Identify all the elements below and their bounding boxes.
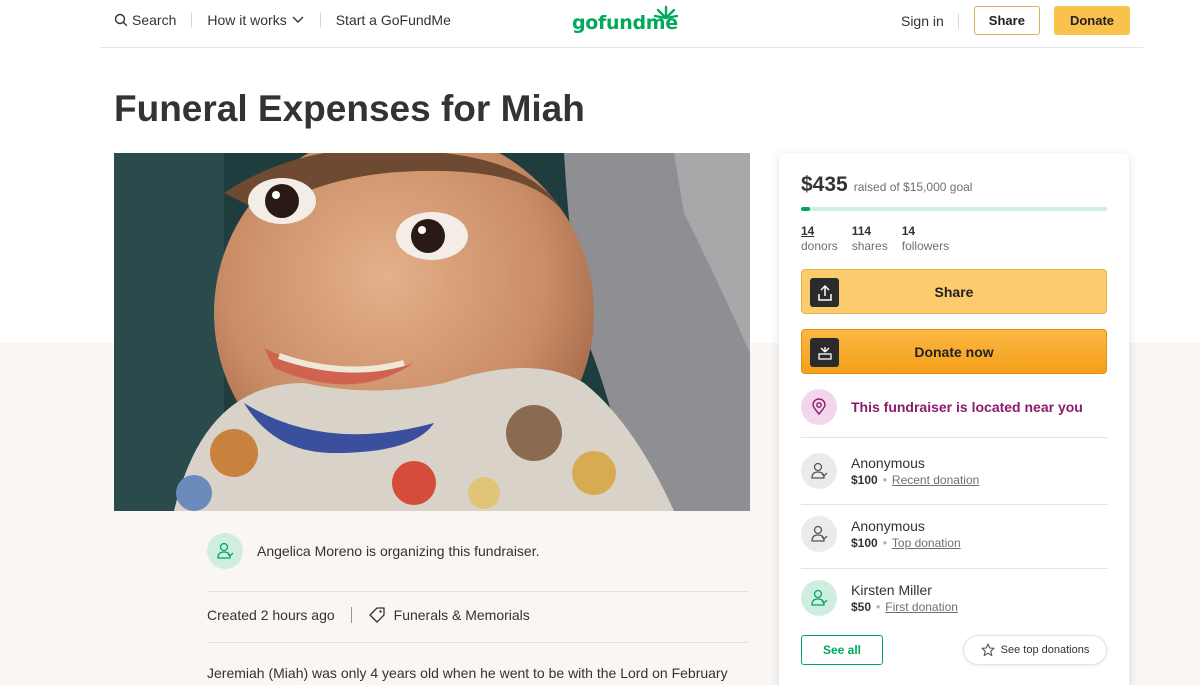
see-top-donations-button[interactable]: See top donations xyxy=(963,635,1107,665)
upload-share-icon xyxy=(817,284,832,301)
donation-item: Kirsten Miller $50 • First donation xyxy=(801,580,958,616)
donor-name: Kirsten Miller xyxy=(851,582,932,598)
page-title: Funeral Expenses for Miah xyxy=(114,88,585,129)
dot-separator: • xyxy=(882,473,887,487)
nav-divider xyxy=(957,12,959,29)
stats-row: 14 donors 114 shares 14 followers xyxy=(801,224,949,254)
star-icon xyxy=(981,643,995,657)
nav-how-it-works[interactable]: How it works xyxy=(207,12,304,28)
nav-how-it-works-label: How it works xyxy=(207,12,287,28)
user-heart-icon xyxy=(811,462,828,479)
donor-avatar xyxy=(801,580,837,616)
donation-item: Anonymous $100 • Recent donation xyxy=(801,453,979,489)
donation-sidebar: $435 raised of $15,000 goal 14 donors 11… xyxy=(779,153,1129,685)
donate-now-label: Donate now xyxy=(914,343,994,360)
see-top-label: See top donations xyxy=(1000,644,1090,656)
stat-shares-label: shares xyxy=(851,239,888,253)
fundraiser-meta: Created 2 hours ago Funerals & Memorials xyxy=(207,606,530,624)
category-label: Funerals & Memorials xyxy=(393,607,530,623)
donation-amount: $100 xyxy=(851,473,878,487)
story-text: Jeremiah (Miah) was only 4 years old whe… xyxy=(207,665,728,681)
nav-search[interactable]: Search xyxy=(114,12,176,28)
sidebar-divider xyxy=(801,568,1107,569)
nav-start-gofundme[interactable]: Start a GoFundMe xyxy=(336,12,451,28)
donation-line: $100 • Top donation xyxy=(851,535,961,551)
donor-avatar xyxy=(801,453,837,489)
gofundme-badge-icon xyxy=(817,346,832,360)
dot-separator: • xyxy=(876,600,881,614)
donor-avatar xyxy=(801,516,837,552)
donation-tag-link[interactable]: Recent donation xyxy=(892,472,979,488)
location-notice: This fundraiser is located near you xyxy=(801,389,1083,425)
organizer-row: Angelica Moreno is organizing this fundr… xyxy=(207,533,540,569)
share-button-label: Share xyxy=(934,283,974,300)
content-divider xyxy=(207,642,749,643)
location-icon-circle xyxy=(801,389,837,425)
donation-details: Anonymous $100 • Recent donation xyxy=(851,454,979,488)
nav-divider xyxy=(191,12,193,28)
nav-right: Sign in Share Donate xyxy=(901,6,1130,35)
nav-divider xyxy=(319,12,321,28)
category-link[interactable]: Funerals & Memorials xyxy=(368,606,530,624)
donation-tag-link[interactable]: Top donation xyxy=(892,535,961,551)
signin-link[interactable]: Sign in xyxy=(901,13,944,29)
share-button[interactable]: Share xyxy=(801,269,1107,314)
stat-followers-value: 14 xyxy=(901,224,916,238)
stat-shares-value: 114 xyxy=(851,224,872,238)
stat-donors-value: 14 xyxy=(801,224,815,238)
location-pin-icon xyxy=(812,398,826,416)
meta-divider xyxy=(350,607,352,623)
donor-name: Anonymous xyxy=(851,518,925,534)
donation-details: Anonymous $100 • Top donation xyxy=(851,517,961,551)
see-all-button[interactable]: See all xyxy=(801,635,883,665)
fundraiser-hero-photo[interactable] xyxy=(114,153,750,511)
donation-tag-link[interactable]: First donation xyxy=(885,599,958,615)
nav-start-label: Start a GoFundMe xyxy=(335,12,451,28)
location-text: This fundraiser is located near you xyxy=(851,399,1083,415)
user-heart-icon xyxy=(217,542,234,559)
search-icon xyxy=(114,13,128,27)
stat-followers-label: followers xyxy=(901,239,950,253)
progress-bar xyxy=(801,207,1107,211)
created-time: Created 2 hours ago xyxy=(207,607,335,623)
stat-donors[interactable]: 14 donors xyxy=(801,224,838,254)
tag-icon xyxy=(368,607,385,623)
sidebar-divider xyxy=(801,437,1107,438)
sidebar-divider xyxy=(801,504,1107,505)
header-share-button[interactable]: Share xyxy=(973,6,1040,35)
child-photo xyxy=(114,153,750,511)
progress-bar-fill xyxy=(801,207,810,211)
donation-line: $100 • Recent donation xyxy=(851,472,979,488)
donation-amount: $50 xyxy=(851,600,872,614)
donor-name: Anonymous xyxy=(851,455,925,471)
top-nav: Search How it works Start a GoFundMe gof… xyxy=(100,0,1143,48)
user-heart-icon xyxy=(811,525,828,542)
donate-button-icon-box xyxy=(810,338,839,367)
share-button-icon-box xyxy=(810,278,839,307)
user-heart-icon xyxy=(811,589,828,606)
gofundme-logo[interactable]: gofundme xyxy=(572,5,679,40)
content-divider xyxy=(207,591,749,592)
stat-followers: 14 followers xyxy=(902,224,949,254)
raised-summary: $435 raised of $15,000 goal xyxy=(801,173,972,197)
chevron-down-icon xyxy=(292,16,304,23)
gofundme-sprout-icon xyxy=(653,5,679,20)
donation-amount: $100 xyxy=(851,536,878,550)
header-donate-button[interactable]: Donate xyxy=(1053,6,1130,35)
organizer-avatar xyxy=(207,533,243,569)
stat-donors-label: donors xyxy=(801,239,838,253)
nav-search-label: Search xyxy=(132,12,177,28)
nav-left: Search How it works Start a GoFundMe xyxy=(114,12,451,28)
dot-separator: • xyxy=(882,536,887,550)
raised-goal: raised of $15,000 goal xyxy=(853,180,973,194)
donation-details: Kirsten Miller $50 • First donation xyxy=(851,581,958,615)
donation-item: Anonymous $100 • Top donation xyxy=(801,516,961,552)
organizer-text: Angelica Moreno is organizing this fundr… xyxy=(257,543,540,559)
donate-now-button[interactable]: Donate now xyxy=(801,329,1107,374)
raised-amount: $435 xyxy=(801,173,848,196)
stat-shares: 114 shares xyxy=(852,224,888,254)
donation-line: $50 • First donation xyxy=(851,599,958,615)
